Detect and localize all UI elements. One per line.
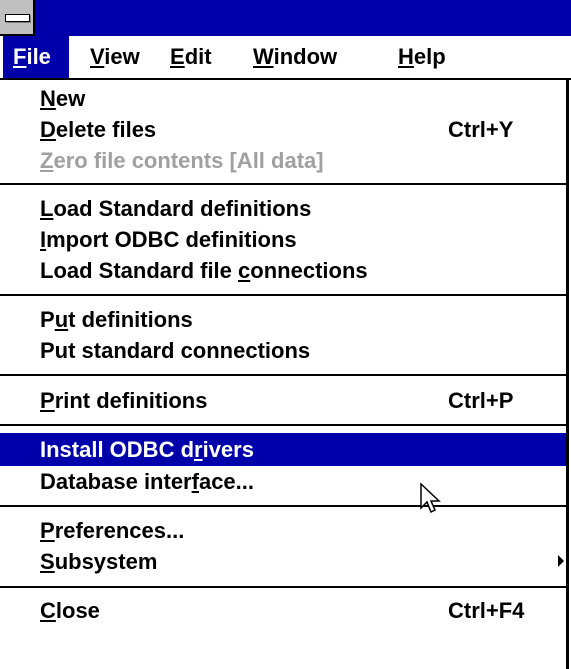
menu-item-label: Import ODBC definitions <box>40 227 297 252</box>
mouse-pointer-icon <box>420 483 441 514</box>
menu-item-put-standard-connections[interactable]: Put standard connections <box>0 335 566 366</box>
menu-item-label: Put definitions <box>40 307 193 332</box>
menu-edit-mnemonic: E <box>170 44 185 69</box>
menu-item-load-standard-definitions[interactable]: Load Standard definitions <box>0 193 566 224</box>
menu-item-label: Close <box>40 598 100 623</box>
menu-item-label: Subsystem <box>40 549 158 574</box>
system-menu-icon <box>5 14 30 22</box>
menu-item-label: Database interface... <box>40 469 254 494</box>
menu-item-label: Preferences... <box>40 518 185 543</box>
file-menu-dropdown: New Delete files Ctrl+Y Zero file conten… <box>0 80 569 669</box>
menu-separator <box>0 424 566 426</box>
menu-window[interactable]: Window <box>253 36 337 78</box>
menu-item-label: Zero file contents [All data] <box>40 148 324 173</box>
menu-help-mnemonic: H <box>398 44 414 69</box>
menu-item-database-interface[interactable]: Database interface... <box>0 466 566 497</box>
menu-item-shortcut: Ctrl+F4 <box>448 598 525 623</box>
menu-help-label: elp <box>413 44 446 69</box>
title-bar <box>0 0 571 36</box>
menu-bar: File View Edit Window Help <box>0 36 571 80</box>
menu-item-preferences[interactable]: Preferences... <box>0 515 566 546</box>
menu-item-new[interactable]: New <box>0 83 566 114</box>
menu-item-shortcut: Ctrl+Y <box>448 117 514 142</box>
menu-item-load-standard-file-connections[interactable]: Load Standard file connections <box>0 255 566 286</box>
menu-separator <box>0 505 566 507</box>
menu-window-mnemonic: W <box>253 44 274 69</box>
menu-view-mnemonic: V <box>90 44 105 69</box>
menu-separator <box>0 586 566 588</box>
menu-item-label: Load Standard file connections <box>40 258 368 283</box>
system-menu-button[interactable] <box>0 0 35 36</box>
menu-separator <box>0 294 566 296</box>
menu-item-subsystem[interactable]: Subsystem <box>0 546 566 577</box>
menu-file[interactable]: File <box>3 36 69 78</box>
menu-item-label: Load Standard definitions <box>40 196 312 221</box>
menu-item-label: New <box>40 86 86 111</box>
menu-item-label: Delete files <box>40 117 157 142</box>
menu-window-label: indow <box>273 44 338 69</box>
menu-view-label: iew <box>104 44 140 69</box>
menu-item-delete-files[interactable]: Delete files Ctrl+Y <box>0 114 566 145</box>
menu-item-import-odbc-definitions[interactable]: Import ODBC definitions <box>0 224 566 255</box>
menu-separator <box>0 183 566 185</box>
menu-item-zero-file-contents: Zero file contents [All data] <box>0 145 566 176</box>
menu-file-mnemonic: F <box>13 44 27 69</box>
menu-view[interactable]: View <box>90 36 140 78</box>
menu-edit-label: dit <box>184 44 212 69</box>
menu-item-label: Print definitions <box>40 388 208 413</box>
menu-item-shortcut: Ctrl+P <box>448 388 514 413</box>
menu-item-print-definitions[interactable]: Print definitions Ctrl+P <box>0 385 566 416</box>
menu-item-install-odbc-drivers[interactable]: Install ODBC drivers <box>0 433 566 466</box>
menu-edit[interactable]: Edit <box>170 36 212 78</box>
menu-item-put-definitions[interactable]: Put definitions <box>0 304 566 335</box>
menu-item-label: Install ODBC drivers <box>40 437 254 462</box>
menu-file-label: ile <box>26 44 51 69</box>
submenu-arrow-icon <box>558 555 564 567</box>
menu-help[interactable]: Help <box>398 36 446 78</box>
menu-separator <box>0 374 566 376</box>
menu-item-label: Put standard connections <box>40 338 311 363</box>
menu-item-close[interactable]: Close Ctrl+F4 <box>0 595 566 626</box>
